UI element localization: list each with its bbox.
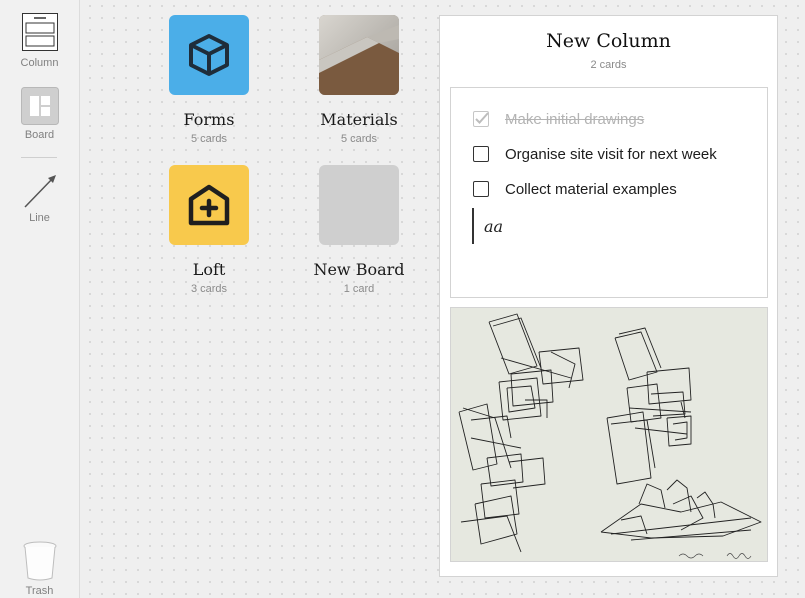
column-title[interactable]: New Column — [440, 30, 777, 52]
line-icon — [23, 175, 56, 208]
sidebar-divider — [21, 157, 57, 158]
checkbox-checked[interactable] — [473, 111, 489, 127]
todo-edit-field[interactable]: aa — [472, 208, 503, 244]
line-tool[interactable]: Line — [0, 172, 79, 224]
board-tool[interactable]: Board — [0, 87, 79, 141]
materials-photo-art — [319, 15, 399, 95]
todo-text: Make initial drawings — [505, 110, 645, 128]
board-title: Forms — [183, 110, 235, 129]
board-card-count: 5 cards — [190, 133, 228, 145]
board-title: Loft — [192, 260, 226, 279]
board-icon — [20, 87, 59, 125]
new-board-thumbnail — [319, 165, 399, 245]
board-new-board[interactable]: New Board 1 card — [299, 165, 419, 295]
materials-photo — [319, 15, 399, 95]
todo-item[interactable]: Make initial drawings — [473, 109, 644, 129]
trash-label: Trash — [25, 585, 54, 597]
house-plus-icon — [188, 184, 230, 226]
checkbox[interactable] — [473, 146, 489, 162]
todo-item[interactable]: Collect material examples — [473, 179, 677, 199]
board-tool-label: Board — [24, 129, 55, 141]
column-tool-label: Column — [20, 57, 59, 69]
edit-text: aa — [484, 216, 504, 236]
column-panel[interactable]: New Column 2 cards Make initial drawings… — [439, 15, 778, 577]
todo-card[interactable]: Make initial drawings Organise site visi… — [450, 87, 768, 298]
trash-icon — [23, 541, 56, 581]
board-title: Materials — [320, 110, 398, 129]
board-materials[interactable]: Materials 5 cards — [299, 15, 419, 145]
board-title: New Board — [313, 260, 405, 279]
board-card-count: 5 cards — [340, 133, 378, 145]
board-forms[interactable]: Forms 5 cards — [149, 15, 269, 145]
checkmark-icon — [475, 112, 489, 124]
board-loft[interactable]: Loft 3 cards — [149, 165, 269, 295]
todo-text: Organise site visit for next week — [505, 145, 717, 163]
todo-item[interactable]: Organise site visit for next week — [473, 144, 717, 164]
forms-thumbnail — [169, 15, 249, 95]
sketch-drawing — [458, 313, 762, 559]
loft-thumbnail — [169, 165, 249, 245]
board-card-count: 3 cards — [190, 283, 228, 295]
line-tool-label: Line — [29, 212, 50, 224]
trash-button[interactable]: Trash — [0, 540, 79, 597]
cube-icon — [189, 34, 229, 76]
column-card-count: 2 cards — [590, 59, 627, 71]
column-tool[interactable]: Column — [0, 13, 79, 69]
todo-text: Collect material examples — [505, 180, 677, 198]
sketch-image[interactable] — [450, 307, 768, 562]
column-icon — [21, 13, 58, 51]
tool-sidebar: Column Board Line Trash — [0, 0, 80, 598]
board-card-count: 1 card — [343, 283, 375, 295]
checkbox[interactable] — [473, 181, 489, 197]
